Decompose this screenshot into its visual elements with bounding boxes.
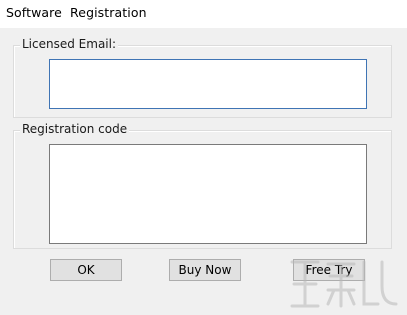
registration-code-input[interactable] [49,144,367,244]
licensed-email-label: Licensed Email: [20,37,119,51]
buy-now-button[interactable]: Buy Now [169,259,241,281]
free-try-button[interactable]: Free Try [293,259,365,281]
licensed-email-input[interactable] [49,59,367,109]
registration-code-label: Registration code [20,122,130,136]
window-title: Software Registration [6,5,147,20]
title-bar[interactable]: Software Registration [0,0,407,28]
ok-button[interactable]: OK [50,259,122,281]
